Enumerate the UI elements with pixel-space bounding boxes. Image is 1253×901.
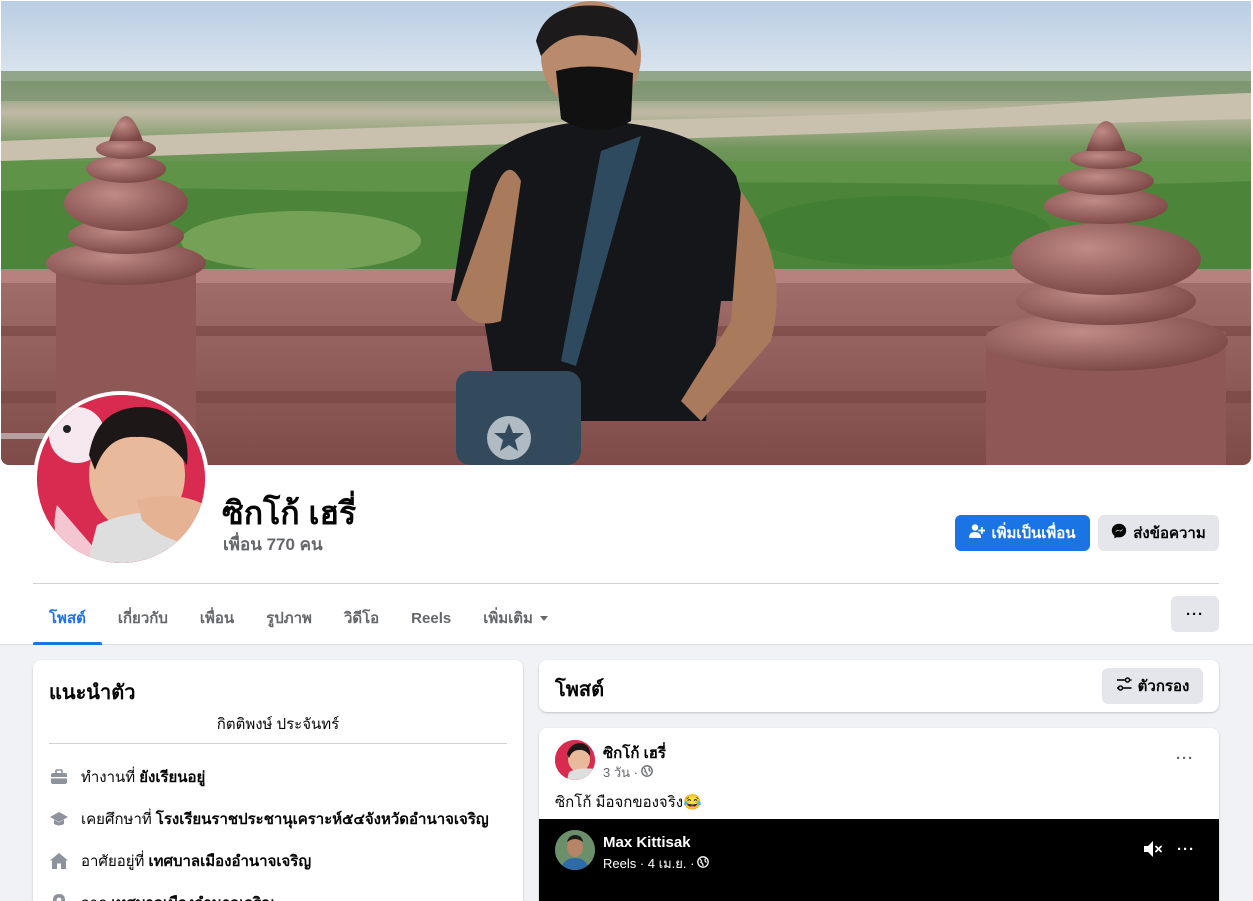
caret-down-icon — [539, 610, 549, 627]
filter-icon — [1116, 676, 1132, 696]
message-button[interactable]: ส่งข้อความ — [1098, 515, 1219, 551]
tab-label: รูปภาพ — [266, 610, 312, 627]
header-divider — [33, 583, 1219, 584]
intro-title: แนะนำตัว — [49, 682, 136, 704]
intro-education-prefix: เคยศึกษาที่ — [81, 811, 152, 828]
intro-lives-in-prefix: อาศัยอยู่ที่ — [81, 853, 145, 870]
add-friend-button[interactable]: เพิ่มเป็นเพื่อน — [955, 515, 1090, 551]
avatar — [37, 395, 205, 563]
reel-author-avatar[interactable] — [555, 830, 595, 870]
tab-label: วิดีโอ — [343, 610, 380, 627]
intro-work: ทำงานที่ ยังเรียนอยู่ — [49, 765, 205, 789]
tab-about[interactable]: เกี่ยวกับ — [102, 592, 184, 644]
post-card: ซิกโก้ เฮรี่ 3 วัน · ··· ซิกโก้ มือจกของ… — [539, 728, 1219, 901]
posts-header: โพสต์ ตัวกรอง — [539, 660, 1219, 712]
intro-card: แนะนำตัว กิตติพงษ์ ประจันทร์ ทำงานที่ ยั… — [33, 660, 523, 901]
intro-education: เคยศึกษาที่ โรงเรียนราชประชานุเคราะห์๕๔จ… — [49, 807, 489, 831]
graduation-cap-icon — [49, 809, 69, 829]
filter-button[interactable]: ตัวกรอง — [1102, 668, 1203, 704]
home-icon — [49, 851, 69, 871]
add-friend-icon — [969, 523, 986, 543]
shared-reel[interactable]: Max Kittisak Reels · 4 เม.ย. · ··· — [539, 819, 1219, 901]
intro-work-value: ยังเรียนอยู่ — [139, 769, 206, 786]
intro-lives-in-value[interactable]: เทศบาลเมืองอำนาจเจริญ — [148, 849, 311, 873]
tab-label: เพิ่มเติม — [483, 610, 533, 627]
intro-from: จาก เทศบาลเมืองอำนาจเจริญ — [49, 891, 274, 901]
globe-icon — [641, 765, 653, 780]
intro-lives-in: อาศัยอยู่ที่ เทศบาลเมืองอำนาจเจริญ — [49, 849, 311, 873]
tab-reels[interactable]: Reels — [395, 592, 467, 644]
intro-bio: กิตติพงษ์ ประจันทร์ — [216, 716, 340, 733]
messenger-icon — [1111, 523, 1127, 543]
post-meta: 3 วัน · — [603, 762, 653, 783]
tab-label: เพื่อน — [199, 610, 235, 627]
tab-label: Reels — [411, 609, 452, 627]
message-label: ส่งข้อความ — [1133, 525, 1206, 542]
globe-icon — [697, 856, 710, 871]
profile-more-button[interactable]: ··· — [1171, 596, 1219, 632]
profile-picture[interactable] — [33, 391, 209, 567]
profile-header: ซิกโก้ เฮรี่ เพื่อน 770 คน เพิ่มเป็นเพื่… — [0, 0, 1253, 645]
post-time[interactable]: 3 วัน · — [603, 762, 638, 783]
briefcase-icon — [49, 767, 69, 787]
tab-videos[interactable]: วิดีโอ — [328, 592, 395, 644]
tab-photos[interactable]: รูปภาพ — [250, 592, 328, 644]
mute-icon[interactable] — [1141, 837, 1165, 861]
post-text: ซิกโก้ มือจกของจริง😂 — [555, 794, 702, 811]
filter-label: ตัวกรอง — [1137, 678, 1190, 695]
reel-meta-text[interactable]: Reels · 4 เม.ย. · — [603, 853, 694, 874]
intro-work-prefix: ทำงานที่ — [81, 769, 136, 786]
tab-label: เกี่ยวกับ — [117, 610, 168, 627]
add-friend-label: เพิ่มเป็นเพื่อน — [991, 525, 1076, 542]
intro-from-value[interactable]: เทศบาลเมืองอำนาจเจริญ — [111, 891, 274, 901]
post-options-button[interactable]: ··· — [1167, 744, 1203, 772]
tab-label: โพสต์ — [49, 610, 86, 627]
location-pin-icon — [49, 893, 69, 901]
tab-posts[interactable]: โพสต์ — [33, 592, 102, 645]
friend-count[interactable]: เพื่อน 770 คน — [223, 531, 323, 558]
cover-photo[interactable] — [1, 1, 1251, 465]
intro-from-prefix: จาก — [81, 891, 107, 901]
reel-options-button[interactable]: ··· — [1171, 835, 1201, 863]
post-author-avatar[interactable] — [555, 740, 595, 780]
tab-more[interactable]: เพิ่มเติม — [467, 592, 565, 644]
posts-title: โพสต์ — [555, 679, 605, 701]
tab-friends[interactable]: เพื่อน — [184, 592, 250, 644]
reel-author-name[interactable]: Max Kittisak — [603, 834, 691, 851]
cover-photo-illustration — [1, 1, 1251, 465]
reel-meta: Reels · 4 เม.ย. · — [603, 853, 710, 874]
intro-education-value[interactable]: โรงเรียนราชประชานุเคราะห์๕๔จังหวัดอำนาจเ… — [156, 807, 489, 831]
intro-divider — [49, 743, 507, 744]
profile-tabs: โพสต์ เกี่ยวกับ เพื่อน รูปภาพ วิดีโอ Ree… — [33, 592, 565, 645]
